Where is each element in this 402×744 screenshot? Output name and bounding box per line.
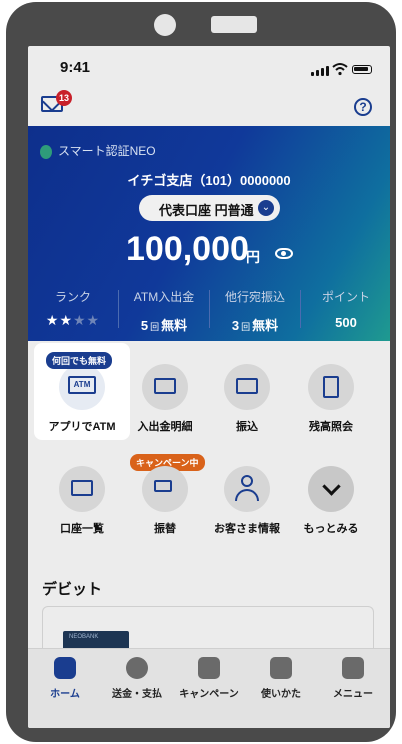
stat-value: 3 回無料 — [210, 315, 300, 334]
free-tag: 何回でも無料 — [46, 352, 113, 369]
menu-customer-info[interactable]: お客さま情報 — [202, 466, 292, 536]
battery-icon — [352, 65, 372, 74]
statement-icon — [142, 364, 188, 410]
home-icon — [54, 657, 76, 679]
stat-unit: 回 — [150, 322, 160, 332]
stat-atm[interactable]: ATM入出金 5 回無料 — [119, 286, 209, 334]
stat-unit: 回 — [241, 322, 251, 332]
chevron-glyph — [322, 477, 341, 496]
chevron-down-icon — [308, 466, 354, 512]
grid-icon — [342, 657, 364, 679]
stat-label: ポイント — [321, 290, 370, 304]
stat-value: 5 回無料 — [119, 315, 209, 334]
person-icon — [224, 466, 270, 512]
tab-menu[interactable]: メニュー — [317, 657, 389, 700]
notification-badge: 13 — [56, 90, 72, 106]
menu-more[interactable]: もっとみる — [286, 466, 376, 536]
stat-value: 500 — [335, 315, 357, 330]
stat-count: 3 — [231, 318, 240, 333]
smart-auth-label: スマート認証NEO — [58, 144, 156, 158]
branch-account-number: イチゴ支店（101）0000000 — [127, 173, 291, 188]
menu-balance[interactable]: 残高照会 — [286, 364, 376, 434]
stat-transfer[interactable]: 他行宛振込 3 回無料 — [210, 286, 300, 334]
stat-label: ランク — [54, 290, 91, 304]
tab-label: 送金・支払 — [112, 689, 162, 700]
balance-currency: 円 — [246, 249, 260, 265]
menu-label: もっとみる — [303, 523, 359, 535]
bottom-tab-bar: ホーム 送金・支払 キャンペーン 使いかた メニュー — [28, 648, 390, 728]
tab-label: 使いかた — [261, 689, 301, 700]
tab-label: メニュー — [333, 689, 373, 700]
shield-icon — [40, 144, 52, 159]
debit-section-title: デビット — [42, 581, 103, 598]
book-icon — [270, 657, 292, 679]
swap-icon — [142, 466, 188, 512]
status-time: 9:41 — [60, 59, 91, 76]
stat-suffix: 無料 — [161, 318, 188, 333]
yen-icon — [126, 657, 148, 679]
account-list-icon — [59, 466, 105, 512]
card-transfer-icon — [224, 364, 270, 410]
app-screen: 9:41 13 ? スマート認証NEO イチゴ支店（101）0000000 代表… — [28, 46, 390, 728]
stat-points[interactable]: ポイント 500 — [301, 286, 390, 330]
stat-rank[interactable]: ランク ★★★★ — [28, 286, 118, 329]
menu-swap[interactable]: 振替 — [120, 466, 210, 536]
help-icon[interactable]: ? — [354, 98, 372, 116]
earpiece-speaker — [211, 16, 257, 33]
menu-label: 口座一覧 — [60, 523, 104, 535]
status-bar: 9:41 — [28, 46, 390, 86]
rank-stars-icon: ★★★★ — [45, 313, 101, 329]
chevron-down-icon: ⌄ — [258, 200, 274, 216]
stat-suffix: 無料 — [252, 318, 279, 333]
menu-label: お客さま情報 — [214, 523, 280, 535]
person-head — [241, 475, 253, 487]
account-stats: ランク ★★★★ ATM入出金 5 回無料 他行宛振込 3 回無料 ポイント 500 — [28, 286, 390, 341]
account-list-glyph — [71, 480, 93, 496]
tab-home[interactable]: ホーム — [29, 657, 101, 700]
statement-glyph — [154, 378, 176, 394]
front-camera — [154, 14, 176, 36]
calculator-glyph — [323, 376, 339, 398]
stat-label: ATM入出金 — [133, 290, 195, 304]
tab-label: ホーム — [50, 689, 80, 700]
tab-howto[interactable]: 使いかた — [245, 657, 317, 700]
tab-label: キャンペーン — [179, 689, 239, 700]
gift-icon — [198, 657, 220, 679]
atm-icon: ATM — [59, 364, 105, 410]
menu-label: 残高照会 — [309, 421, 353, 433]
stat-count: 5 — [140, 318, 149, 333]
menu-statement[interactable]: 入出金明細 — [120, 364, 210, 434]
card-glyph — [236, 378, 258, 394]
tab-campaign[interactable]: キャンペーン — [173, 657, 245, 700]
signal-icon — [311, 66, 329, 76]
calculator-icon — [308, 364, 354, 410]
phone-frame: 9:41 13 ? スマート認証NEO イチゴ支店（101）0000000 代表… — [6, 2, 396, 742]
menu-label: アプリでATM — [48, 421, 116, 433]
menu-label: 入出金明細 — [137, 421, 193, 433]
account-selector-label: 代表口座 円普通 — [159, 203, 254, 218]
account-card: スマート認証NEO イチゴ支店（101）0000000 代表口座 円普通 ⌄ 1… — [28, 126, 390, 341]
swap-glyph — [154, 480, 172, 492]
menu-account-list[interactable]: 口座一覧 — [37, 466, 127, 536]
stat-label: 他行宛振込 — [224, 290, 285, 304]
atm-icon-text: ATM — [68, 376, 96, 394]
wifi-icon — [332, 63, 348, 76]
balance-amount: 100,000 — [126, 230, 249, 268]
menu-transfer[interactable]: 振込 — [202, 364, 292, 434]
menu-label: 振込 — [236, 421, 258, 433]
menu-app-atm[interactable]: ATM アプリでATM — [37, 364, 127, 434]
person-body — [235, 489, 259, 501]
smart-auth-neo[interactable]: スマート認証NEO — [40, 142, 156, 159]
menu-label: 振替 — [154, 523, 176, 535]
eye-icon[interactable] — [275, 248, 293, 259]
account-selector[interactable]: 代表口座 円普通 ⌄ — [139, 195, 280, 221]
tab-payments[interactable]: 送金・支払 — [101, 657, 173, 700]
